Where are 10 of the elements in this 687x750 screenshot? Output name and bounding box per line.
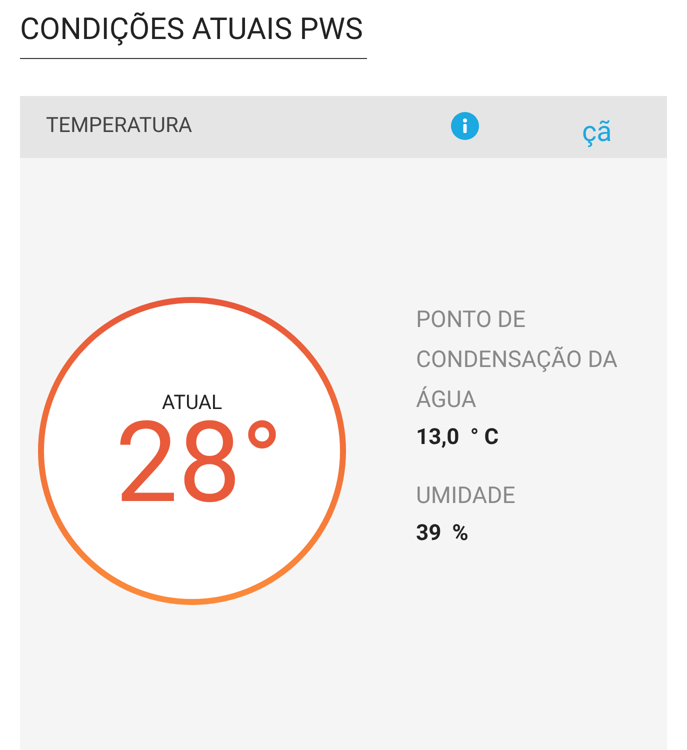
card-title: TEMPERATURA (46, 113, 194, 140)
reading-value: 13,0 ° C (416, 424, 500, 452)
info-icon[interactable] (451, 112, 479, 140)
page-title: CONDIÇÕES ATUAIS PWS (20, 12, 367, 59)
temperature-value: 28° (114, 414, 283, 514)
reading-value: 39 % (416, 520, 470, 548)
reading-label: UMIDADE (416, 481, 516, 511)
header-glyph: çã (582, 114, 612, 150)
gauge-label: ATUAL (162, 390, 222, 414)
reading-label: PONTO DE CONDENSAÇÃO DA ÁGUA (416, 305, 619, 415)
